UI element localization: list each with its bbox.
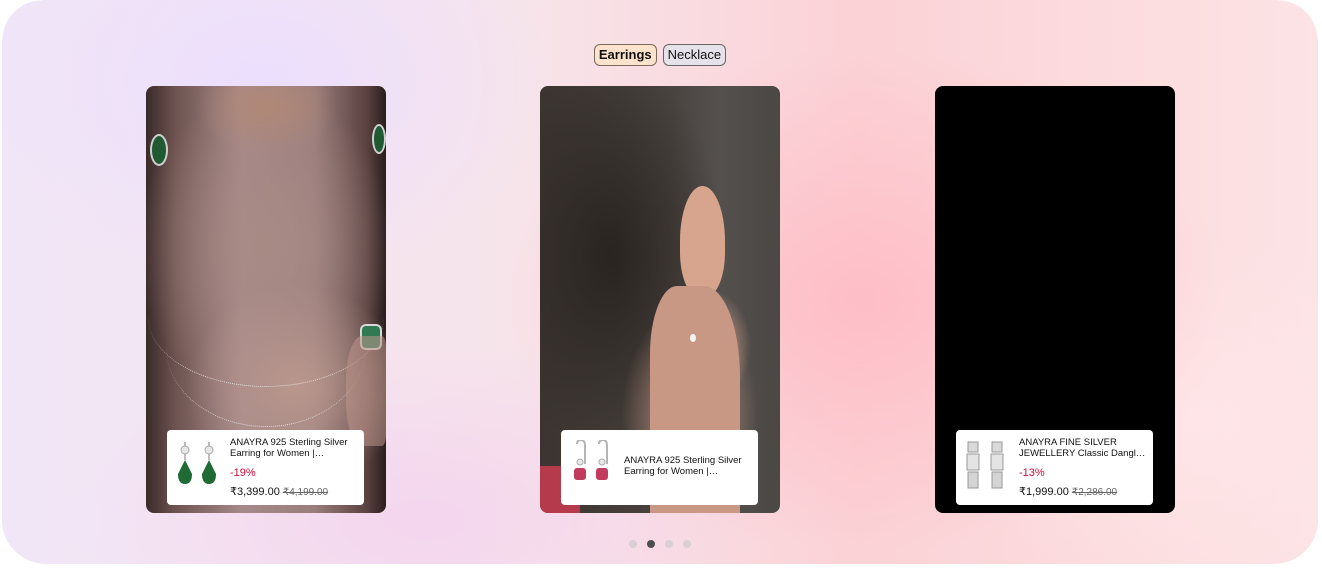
video-card[interactable]: ANAYRA 925 Sterling Silver Earring for W… bbox=[540, 86, 780, 513]
product-tile[interactable]: ANAYRA 925 Sterling Silver Earring for W… bbox=[561, 430, 758, 505]
carousel-pagination bbox=[2, 540, 1318, 548]
pagination-dot[interactable] bbox=[665, 540, 673, 548]
pagination-dot[interactable] bbox=[683, 540, 691, 548]
earring-thumbnail bbox=[173, 440, 223, 495]
earring-thumbnail bbox=[962, 440, 1012, 495]
price: ₹1,999.00 ₹2,286.00 bbox=[1019, 485, 1117, 498]
video-carousel-section: Earrings Necklace ANAYRA 925 Sterling Si… bbox=[2, 0, 1318, 564]
earring-thumbnail bbox=[567, 438, 617, 495]
tab-necklace[interactable]: Necklace bbox=[662, 44, 727, 66]
current-price: ₹3,399.00 bbox=[230, 486, 280, 498]
product-tile[interactable]: ANAYRA 925 Sterling Silver Earring for W… bbox=[167, 430, 364, 505]
discount-badge: -19% bbox=[230, 467, 256, 479]
product-tile[interactable]: ANAYRA FINE SILVER JEWELLERY Classic Dan… bbox=[956, 430, 1153, 505]
pagination-dot[interactable] bbox=[647, 540, 655, 548]
current-price: ₹1,999.00 bbox=[1019, 486, 1069, 498]
video-card[interactable]: ANAYRA FINE SILVER JEWELLERY Classic Dan… bbox=[935, 86, 1175, 513]
list-price: ₹4,199.00 bbox=[282, 487, 329, 498]
tab-earrings[interactable]: Earrings bbox=[593, 44, 657, 66]
product-title[interactable]: ANAYRA 925 Sterling Silver Earring for W… bbox=[230, 437, 360, 459]
list-price: ₹2,286.00 bbox=[1071, 487, 1118, 498]
category-tabs: Earrings Necklace bbox=[2, 44, 1318, 66]
video-card[interactable]: ANAYRA 925 Sterling Silver Earring for W… bbox=[146, 86, 386, 513]
price: ₹3,399.00 ₹4,199.00 bbox=[230, 485, 328, 498]
pagination-dot[interactable] bbox=[629, 540, 637, 548]
product-title[interactable]: ANAYRA 925 Sterling Silver Earring for W… bbox=[624, 455, 754, 477]
discount-badge: -13% bbox=[1019, 467, 1045, 479]
product-title[interactable]: ANAYRA FINE SILVER JEWELLERY Classic Dan… bbox=[1019, 437, 1149, 459]
